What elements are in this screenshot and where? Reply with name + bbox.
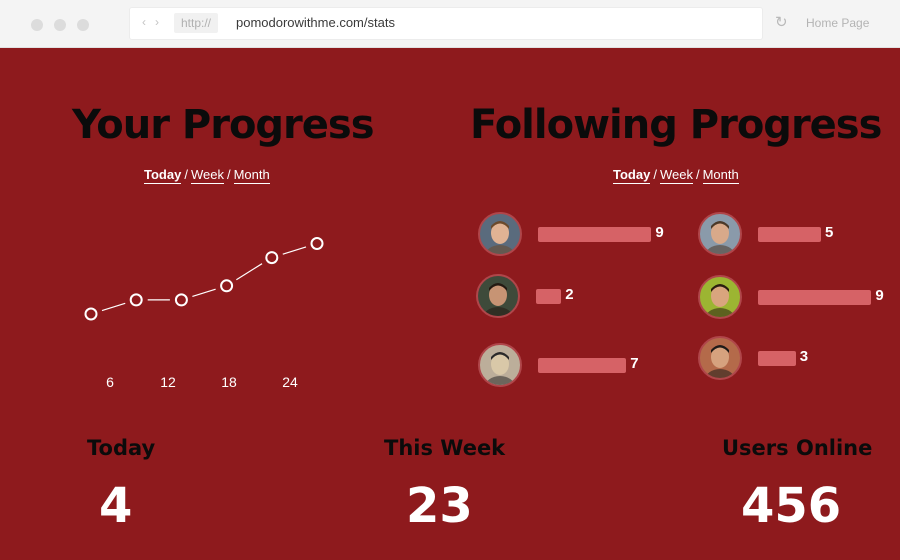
pomodoro-count: 3 — [799, 348, 809, 365]
x-tick-label: 6 — [106, 374, 114, 390]
avatar-portrait-icon — [705, 221, 735, 254]
pomodoro-count: 5 — [825, 224, 834, 241]
week-stat-value: 23 — [406, 478, 473, 534]
avatar-portrait-icon — [705, 345, 735, 378]
progress-bar — [536, 289, 562, 304]
progress-bar — [758, 351, 796, 366]
window-close-dot[interactable] — [31, 19, 43, 31]
avatar[interactable] — [698, 212, 742, 256]
reload-icon[interactable]: ↻ — [775, 13, 788, 33]
chevron-left-icon[interactable]: ‹ — [142, 15, 146, 29]
chart-point — [174, 293, 188, 307]
avatar-portrait-icon — [483, 283, 513, 316]
browser-toolbar: ‹ › http:// pomodorowithme.com/stats ↻ H… — [0, 0, 900, 48]
period-separator: / — [226, 167, 231, 182]
users-online-label: Users Online — [722, 436, 873, 460]
url-protocol: http:// — [174, 13, 219, 33]
progress-bar — [758, 227, 821, 242]
pomodoro-count: 2 — [565, 286, 574, 303]
pomodoro-count: 7 — [630, 355, 639, 372]
today-stat-value: 4 — [99, 478, 133, 534]
following-progress-title: Following Progress — [470, 102, 882, 148]
avatar[interactable] — [698, 275, 742, 319]
avatar-portrait-icon — [705, 284, 735, 317]
pomodoro-count: 9 — [655, 224, 664, 241]
following-period-today[interactable]: Today — [613, 167, 651, 184]
period-separator: / — [653, 167, 657, 182]
avatar-portrait-icon — [485, 221, 515, 254]
pomodoro-count: 9 — [875, 287, 884, 304]
progress-bar — [538, 358, 627, 373]
chart-point — [310, 237, 324, 250]
your-period-today[interactable]: Today — [144, 167, 182, 184]
your-progress-title: Your Progress — [72, 102, 375, 148]
your-period-month[interactable]: Month — [233, 167, 270, 184]
week-stat-label: This Week — [384, 436, 506, 460]
x-tick-label: 24 — [282, 374, 298, 390]
avatar[interactable] — [476, 274, 520, 318]
chart-point — [84, 307, 98, 321]
x-tick-label: 12 — [160, 374, 176, 390]
chevron-right-icon[interactable]: › — [155, 15, 159, 29]
chart-line-segment — [192, 288, 216, 298]
period-separator: / — [695, 167, 700, 182]
address-bar[interactable]: ‹ › http:// pomodorowithme.com/stats — [130, 8, 762, 39]
avatar[interactable] — [478, 343, 522, 387]
following-period-month[interactable]: Month — [702, 167, 739, 184]
your-progress-period-switch: Today / Week / Month — [144, 167, 270, 184]
today-stat-label: Today — [87, 436, 156, 460]
users-online-value: 456 — [741, 478, 842, 534]
your-progress-line-chart: 6 12 18 24 — [84, 237, 324, 390]
window-minimize-dot[interactable] — [54, 19, 66, 31]
chart-point — [129, 293, 143, 307]
following-progress-period-switch: Today / Week / Month — [613, 167, 739, 184]
avatar[interactable] — [698, 336, 742, 380]
following-period-week[interactable]: Week — [659, 167, 693, 184]
chart-line-segment — [282, 246, 307, 255]
chart-line-segment — [236, 263, 263, 281]
avatar[interactable] — [478, 212, 522, 256]
avatar-portrait-icon — [485, 352, 515, 385]
chart-line-segment — [101, 302, 126, 312]
chart-point — [220, 279, 234, 293]
x-tick-label: 18 — [221, 374, 237, 390]
your-period-week[interactable]: Week — [190, 167, 224, 184]
home-page-link[interactable]: Home Page — [806, 16, 869, 30]
url-text[interactable]: pomodorowithme.com/stats — [236, 15, 395, 30]
progress-bar — [538, 227, 652, 242]
window-maximize-dot[interactable] — [77, 19, 89, 31]
progress-bar — [758, 290, 872, 305]
period-separator: / — [184, 167, 188, 182]
chart-point — [265, 251, 279, 265]
